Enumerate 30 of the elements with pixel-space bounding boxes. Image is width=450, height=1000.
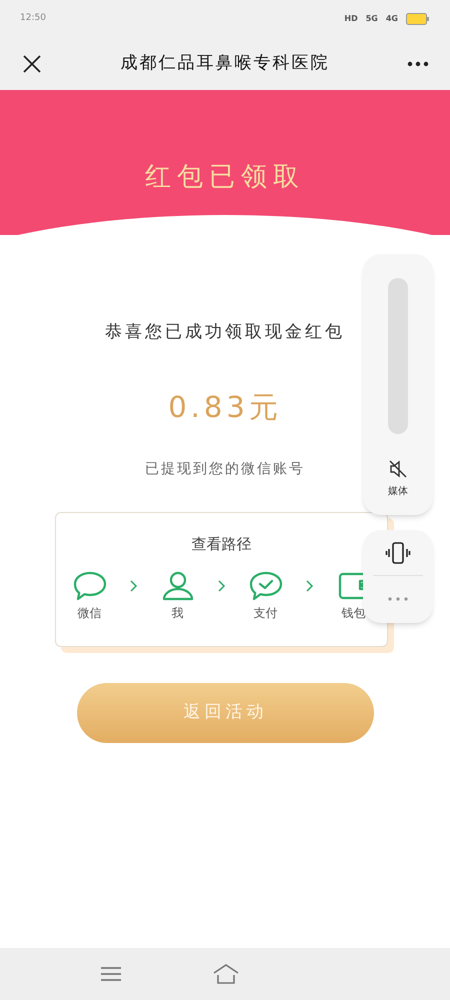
- vibrate-icon: [385, 542, 411, 564]
- volume-slider[interactable]: [388, 278, 408, 434]
- amount-text: 0.83元: [168, 388, 282, 426]
- network-label: HD: [344, 13, 358, 25]
- menu-icon[interactable]: [100, 966, 122, 982]
- step-label: 微信: [78, 604, 102, 622]
- network-label: 4G: [386, 13, 398, 25]
- status-time: 12:50: [20, 12, 46, 26]
- card-title: 查看路径: [192, 534, 252, 555]
- chevron-icon: [306, 580, 314, 592]
- network-label: 5G: [366, 13, 378, 25]
- close-icon: [23, 55, 41, 73]
- more-icon: [407, 61, 429, 67]
- back-to-activity-button[interactable]: 返回活动: [77, 683, 374, 743]
- step-label: 我: [172, 604, 184, 622]
- chevron-icon: [218, 580, 226, 592]
- home-icon[interactable]: [212, 963, 240, 985]
- more-icon: [388, 596, 408, 600]
- check-bubble-icon: [248, 570, 284, 602]
- header-title: 红包已领取: [145, 161, 305, 194]
- media-label: 媒体: [388, 485, 408, 499]
- speaker-muted-icon[interactable]: [389, 460, 407, 478]
- window-title: 成都仁品耳鼻喉专科医院: [120, 52, 330, 76]
- chat-bubble-icon: [72, 570, 108, 602]
- step-label: 钱包: [342, 604, 366, 622]
- chevron-icon: [130, 580, 138, 592]
- battery-icon: [406, 13, 430, 25]
- step-label: 支付: [254, 604, 278, 622]
- withdraw-note: 已提现到您的微信账号: [145, 460, 305, 479]
- success-message: 恭喜您已成功领取现金红包: [105, 321, 345, 344]
